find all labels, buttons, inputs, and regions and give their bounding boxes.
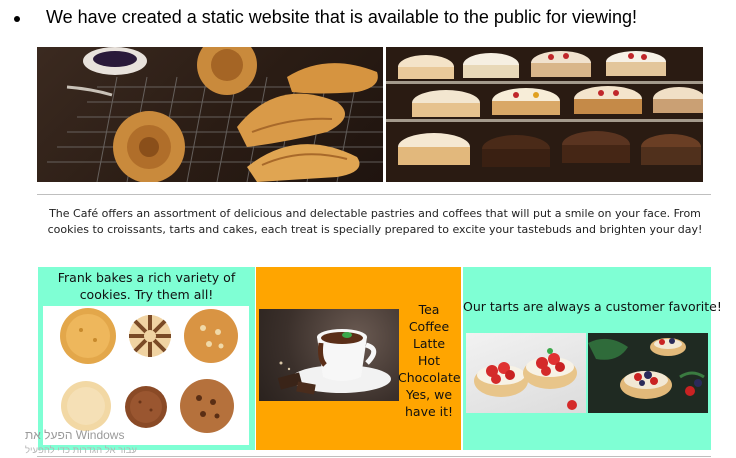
activation-watermark: הפעל את Windows עבור אל הגדרות כדי להפעי… xyxy=(25,428,137,458)
cakes-display-photo xyxy=(386,47,703,182)
cookies-photo xyxy=(43,306,249,445)
bullet-text: We have created a static website that is… xyxy=(46,7,637,27)
drink-item: Yes, we xyxy=(405,387,453,402)
berry-tarts-photo xyxy=(588,333,708,413)
intro-paragraph: The Café offers an assortment of delicio… xyxy=(47,207,703,236)
tarts-heading: Our tarts are always a customer favorite… xyxy=(463,299,722,314)
drink-item: Chocolate xyxy=(398,370,461,385)
coffee-cup-photo xyxy=(259,309,399,401)
bullet-line: We have created a static website that is… xyxy=(14,7,637,28)
pastries-photo xyxy=(37,47,383,182)
drink-item: have it! xyxy=(404,404,454,419)
drinks-panel: Tea Coffee Latte Hot Chocolate Yes, we h… xyxy=(256,267,461,450)
drink-item: Coffee xyxy=(408,319,450,334)
divider-top xyxy=(37,194,711,195)
strawberry-tarts-photo xyxy=(466,333,586,413)
tarts-panel: Our tarts are always a customer favorite… xyxy=(463,267,722,450)
drink-item: Hot xyxy=(418,353,440,368)
bullet-icon xyxy=(14,15,20,22)
cookies-panel: Frank bakes a rich variety of cookies. T… xyxy=(38,267,255,450)
watermark-title: הפעל את Windows xyxy=(25,428,125,442)
drinks-list: Tea Coffee Latte Hot Chocolate Yes, we h… xyxy=(398,301,461,420)
cookies-heading: Frank bakes a rich variety of cookies. T… xyxy=(57,270,236,302)
watermark-subtitle: עבור אל הגדרות כדי להפעיל xyxy=(25,445,137,456)
drink-item: Latte xyxy=(412,336,446,351)
drink-item: Tea xyxy=(418,302,440,317)
divider-bottom xyxy=(37,456,711,457)
